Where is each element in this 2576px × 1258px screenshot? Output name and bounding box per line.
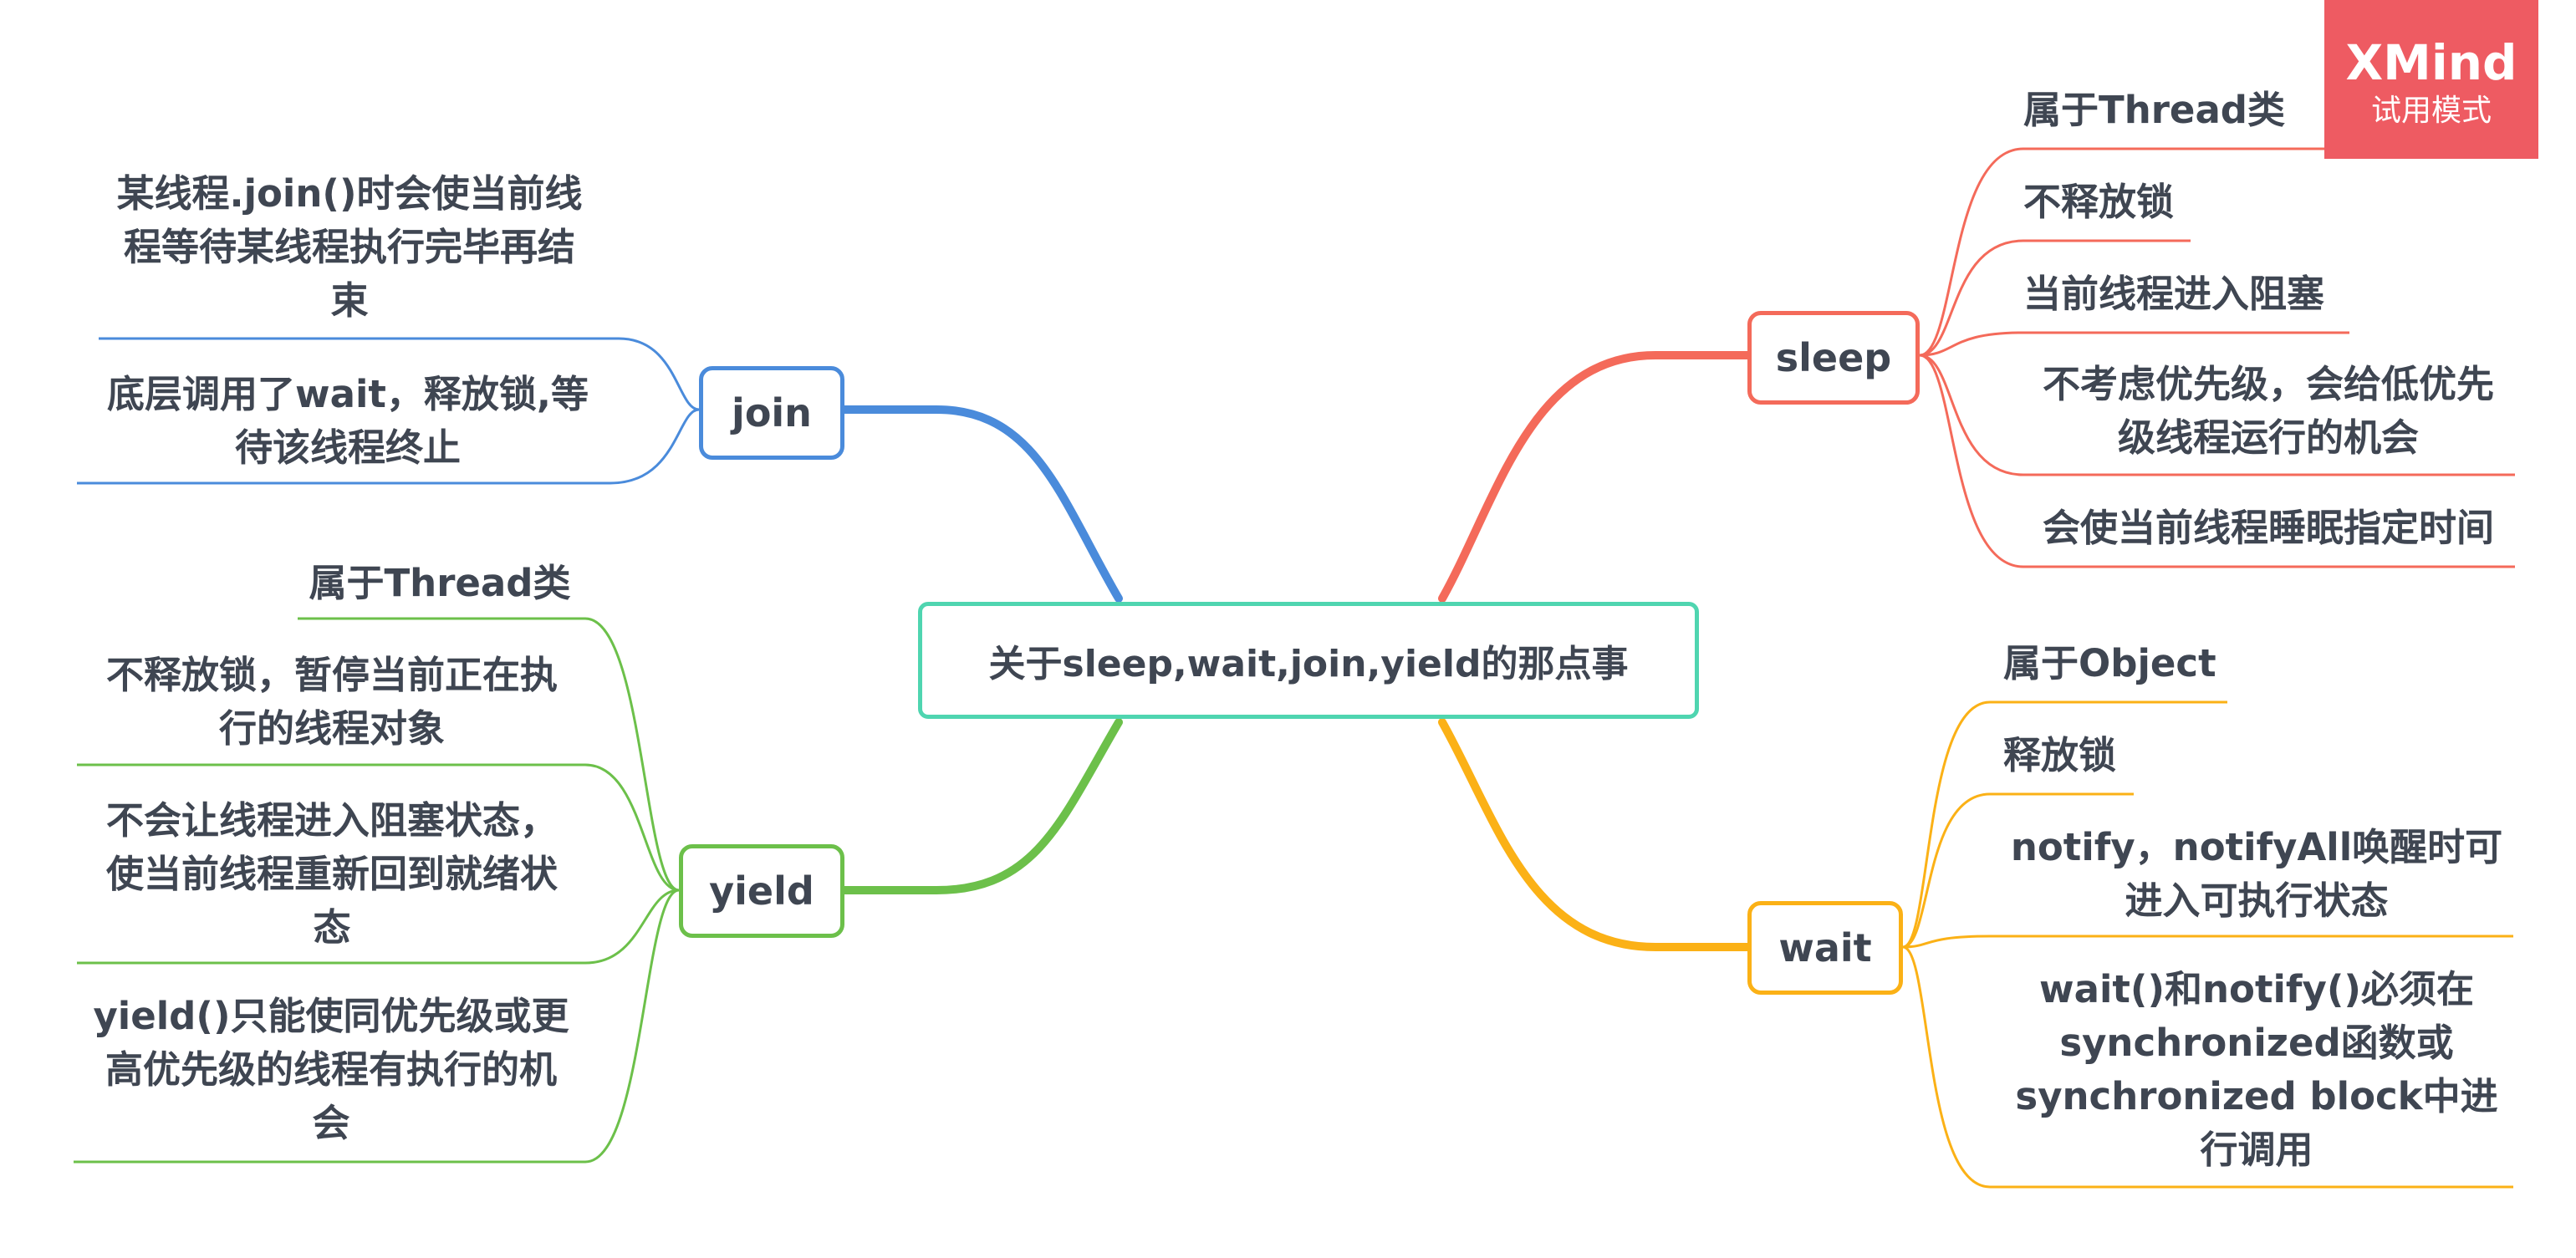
subtopic-sleep[interactable]: 属于Thread类 xyxy=(2023,84,2291,137)
subtopic-yield[interactable]: 属于Thread类 xyxy=(298,557,582,610)
subtopic-sleep[interactable]: 不考虑优先级，会给低优先 级线程运行的机会 xyxy=(2023,358,2513,465)
topic-join[interactable]: join xyxy=(699,366,844,460)
subtopic-yield[interactable]: 不会让线程进入阻塞状态， 使当前线程重新回到就绪状 态 xyxy=(77,794,587,955)
subtopic-wait[interactable]: 释放锁 xyxy=(2003,729,2145,782)
wait-sub-connector xyxy=(1902,935,2513,949)
xmind-trial-badge: XMind 试用模式 xyxy=(2324,0,2538,159)
topic-wait[interactable]: wait xyxy=(1747,901,1903,995)
join-connector xyxy=(840,405,1123,603)
wait-connector xyxy=(1438,718,1752,951)
topic-sleep[interactable]: sleep xyxy=(1747,311,1920,405)
brand-logo-text: XMind xyxy=(2345,34,2517,91)
subtopic-yield[interactable]: yield()只能使同优先级或更 高优先级的线程有执行的机 会 xyxy=(74,990,589,1150)
subtopic-sleep[interactable]: 当前线程进入阻塞 xyxy=(2023,267,2358,321)
subtopic-wait[interactable]: wait()和notify()必须在 synchronized函数或 synch… xyxy=(2003,963,2510,1177)
subtopic-join[interactable]: 某线程.join()时会使当前线 程等待某线程执行完毕再结 束 xyxy=(90,167,609,328)
subtopic-join[interactable]: 底层调用了wait，释放锁,等 待该线程终止 xyxy=(80,368,615,475)
subtopic-yield[interactable]: 不释放锁，暂停当前正在执 行的线程对象 xyxy=(77,649,587,756)
subtopic-wait[interactable]: notify，notifyAll唤醒时可 进入可执行状态 xyxy=(2003,821,2510,928)
yield-connector xyxy=(840,718,1123,894)
trial-mode-text: 试用模式 xyxy=(2370,94,2492,128)
central-topic[interactable]: 关于sleep,wait,join,yield的那点事 xyxy=(918,602,1699,719)
topic-yield[interactable]: yield xyxy=(679,844,844,938)
mindmap-canvas: 关于sleep,wait,join,yield的那点事 join yield s… xyxy=(0,0,2576,1258)
sleep-connector xyxy=(1438,351,1752,603)
subtopic-sleep[interactable]: 会使当前线程睡眠指定时间 xyxy=(2023,502,2513,555)
subtopic-sleep[interactable]: 不释放锁 xyxy=(2023,176,2207,229)
sleep-sub-connector xyxy=(1919,331,2349,357)
subtopic-wait[interactable]: 属于Object xyxy=(2003,637,2246,690)
